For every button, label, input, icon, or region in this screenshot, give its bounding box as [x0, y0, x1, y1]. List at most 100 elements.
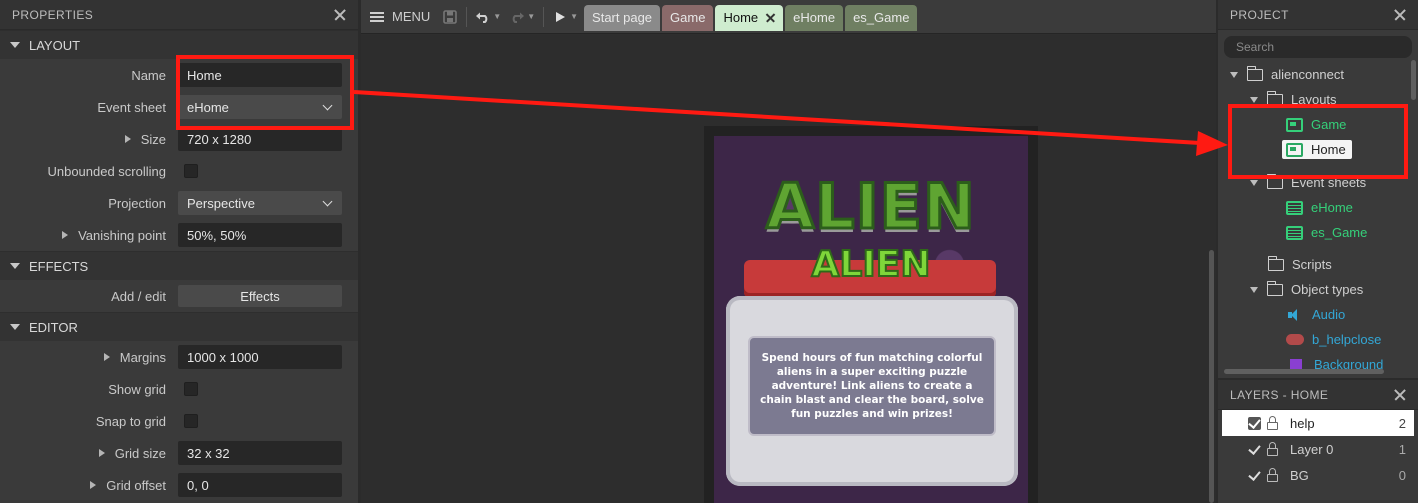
layout-canvas[interactable]: ALIEN ALIEN Spend hours of fun matching …: [361, 35, 1216, 503]
vanishing-point-input[interactable]: 50%, 50%: [178, 223, 342, 247]
grid-offset-input[interactable]: 0, 0: [178, 473, 342, 497]
grid-size-expander[interactable]: Grid size: [0, 446, 178, 461]
tree-object-types-folder[interactable]: Object types: [1218, 277, 1418, 302]
tab-label: Start page: [592, 10, 653, 25]
layer-name: Layer 0: [1290, 441, 1334, 457]
show-grid-checkbox[interactable]: [184, 382, 198, 396]
project-panel: PROJECT Search alienconnect Layouts Game…: [1218, 0, 1418, 378]
tree-scripts-folder[interactable]: Scripts: [1218, 252, 1418, 277]
undo-icon[interactable]: [475, 9, 491, 25]
tab-label: es_Game: [853, 10, 910, 25]
prop-name-label: Name: [131, 67, 166, 83]
tree-label: Object types: [1291, 282, 1364, 297]
layer-row[interactable]: help 2: [1222, 410, 1414, 436]
chevron-down-icon: [322, 196, 333, 206]
undo-dropdown-icon[interactable]: ▼: [493, 12, 501, 21]
size-expander[interactable]: Size: [0, 132, 178, 147]
close-icon[interactable]: [332, 7, 348, 23]
play-icon[interactable]: [552, 9, 568, 25]
layer-count: 0: [1398, 467, 1406, 483]
prop-projection-row: Projection Perspective: [0, 187, 358, 219]
lock-icon[interactable]: [1267, 467, 1278, 482]
layer-name: help: [1290, 415, 1315, 431]
prop-event-sheet-label: Event sheet: [97, 99, 166, 115]
menu-button[interactable]: MENU: [361, 9, 430, 24]
project-search-input[interactable]: Search: [1224, 36, 1412, 58]
lock-icon[interactable]: [1267, 415, 1278, 430]
tab-label: eHome: [793, 10, 836, 25]
help-description: Spend hours of fun matching colorful ali…: [760, 352, 984, 420]
folder-icon: [1267, 255, 1284, 271]
close-icon[interactable]: [765, 13, 775, 23]
size-input[interactable]: 720 x 1280: [178, 127, 342, 151]
snap-to-grid-checkbox[interactable]: [184, 414, 198, 428]
tree-label: Scripts: [1292, 257, 1332, 272]
collapse-icon: [1250, 286, 1258, 293]
section-editor[interactable]: EDITOR: [0, 312, 358, 341]
collapse-icon: [1250, 96, 1258, 103]
visibility-checkbox[interactable]: [1248, 469, 1261, 482]
project-title: PROJECT: [1230, 7, 1289, 22]
project-scrollbar[interactable]: [1411, 60, 1416, 100]
project-hscrollbar[interactable]: [1224, 369, 1384, 374]
prop-add-edit-label: Add / edit: [111, 288, 166, 304]
prop-show-grid-label: Show grid: [108, 381, 166, 397]
margins-input[interactable]: 1000 x 1000: [178, 345, 342, 369]
folder-icon: [1266, 280, 1283, 296]
prop-projection-label: Projection: [108, 195, 166, 211]
main-toolbar: MENU ▼ ▼ ▼ Start page Game Home eHome es…: [361, 0, 1216, 34]
collapse-icon: [10, 324, 20, 330]
tree-label: b_helpclose: [1312, 332, 1382, 347]
visibility-checkbox[interactable]: [1248, 416, 1261, 430]
tab-ehome[interactable]: eHome: [785, 4, 844, 31]
redo-icon[interactable]: [509, 9, 525, 25]
canvas-scrollbar[interactable]: [1209, 250, 1214, 503]
layers-panel: LAYERS - HOME help 2 Layer 0 1 BG 0: [1218, 380, 1418, 503]
prop-snap-row: Snap to grid: [0, 405, 358, 437]
close-icon[interactable]: [1392, 7, 1408, 23]
help-text-box: Spend hours of fun matching colorful ali…: [748, 336, 996, 436]
expand-icon: [124, 135, 131, 143]
play-dropdown-icon[interactable]: ▼: [570, 12, 578, 21]
visibility-checkbox[interactable]: [1248, 443, 1261, 456]
tree-event-es-game[interactable]: es_Game: [1218, 220, 1418, 245]
lock-icon[interactable]: [1267, 441, 1278, 456]
tab-start-page[interactable]: Start page: [584, 4, 661, 31]
close-icon[interactable]: [1392, 387, 1408, 403]
tab-home[interactable]: Home: [715, 4, 784, 31]
expand-icon: [98, 449, 105, 457]
projection-select[interactable]: Perspective: [178, 191, 342, 215]
prop-grid-offset-label: Grid offset: [106, 477, 166, 493]
tree-event-ehome[interactable]: eHome: [1218, 195, 1418, 220]
layer-row[interactable]: Layer 0 1: [1218, 436, 1418, 462]
properties-header: PROPERTIES: [0, 0, 358, 30]
unbounded-scrolling-checkbox[interactable]: [184, 164, 198, 178]
prop-snap-label: Snap to grid: [95, 413, 166, 429]
game-preview[interactable]: ALIEN ALIEN Spend hours of fun matching …: [714, 136, 1028, 503]
layout-area[interactable]: ALIEN ALIEN Spend hours of fun matching …: [704, 126, 1038, 503]
save-icon[interactable]: [442, 9, 458, 25]
vanishing-expander[interactable]: Vanishing point: [0, 228, 178, 243]
tree-object-b-helpclose[interactable]: b_helpclose: [1218, 327, 1418, 352]
prop-size-label: Size: [140, 131, 166, 147]
layer-row[interactable]: BG 0: [1218, 462, 1418, 488]
tab-bar: Start page Game Home eHome es_Game: [584, 3, 918, 31]
collapse-icon: [10, 42, 20, 48]
prop-vanishing-label: Vanishing point: [78, 227, 166, 243]
redo-dropdown-icon[interactable]: ▼: [527, 12, 535, 21]
tree-root[interactable]: alienconnect: [1218, 62, 1418, 87]
layers-header: LAYERS - HOME: [1218, 380, 1418, 410]
prop-grid-size-label: Grid size: [114, 445, 166, 461]
tree-object-audio[interactable]: Audio: [1218, 302, 1418, 327]
section-editor-label: EDITOR: [29, 319, 78, 335]
grid-size-input[interactable]: 32 x 32: [178, 441, 342, 465]
layer-count: 1: [1398, 441, 1406, 457]
tab-es-game[interactable]: es_Game: [845, 4, 918, 31]
grid-offset-expander[interactable]: Grid offset: [0, 478, 178, 493]
search-placeholder: Search: [1236, 40, 1275, 54]
section-effects[interactable]: EFFECTS: [0, 251, 358, 280]
margins-expander[interactable]: Margins: [0, 350, 178, 365]
menu-label: MENU: [392, 9, 431, 24]
effects-button[interactable]: Effects: [178, 285, 342, 307]
tab-game[interactable]: Game: [662, 4, 714, 31]
